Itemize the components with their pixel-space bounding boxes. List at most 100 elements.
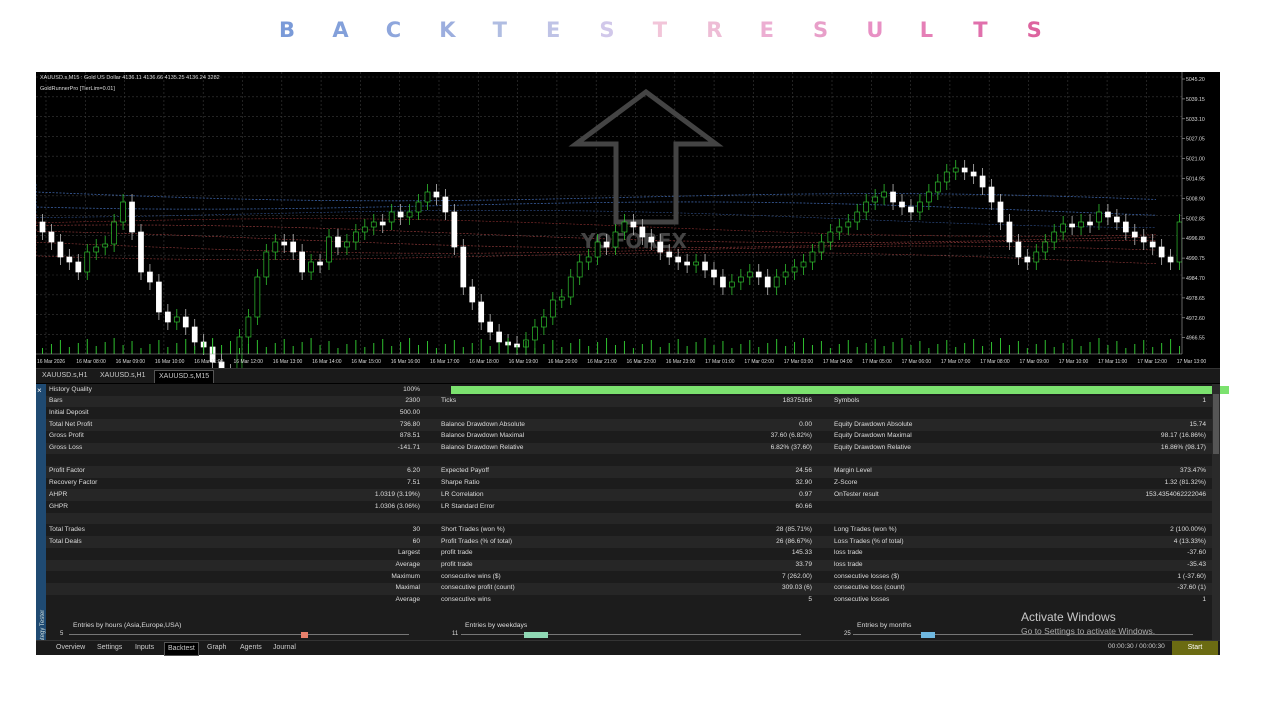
quality-value: 100% bbox=[403, 385, 420, 393]
row-label-2: Balance Drawdown Maximal bbox=[441, 432, 525, 440]
row-label-3: Equity Drawdown Absolute bbox=[834, 420, 913, 428]
time-tick-label: 16 Mar 12:00 bbox=[234, 359, 264, 365]
candle-body bbox=[344, 241, 350, 248]
candle-body bbox=[791, 266, 798, 273]
row-label-1: AHPR bbox=[49, 490, 68, 498]
candle-body bbox=[353, 231, 359, 243]
candle-body bbox=[1167, 256, 1174, 263]
row-label-2: consecutive wins bbox=[441, 596, 491, 604]
candle-body bbox=[272, 241, 279, 253]
candle-body bbox=[585, 256, 592, 263]
chart-tabs: XAUUSD.s,H1 XAUUSD.s,H1 XAUUSD.s,M15 bbox=[36, 368, 1220, 383]
row-label-3: Symbols bbox=[834, 397, 860, 405]
report-row: Total Deals 60 Profit Trades (% of total) 2… bbox=[46, 536, 1218, 548]
candle-body bbox=[370, 221, 377, 228]
row-value-1: 6.20 bbox=[407, 467, 420, 475]
row-value-1: Maximal bbox=[395, 584, 420, 592]
tab-settings[interactable]: Settings bbox=[94, 642, 125, 654]
time-tick-label: 16 Mar 17:00 bbox=[430, 359, 460, 365]
candle-body bbox=[1140, 236, 1147, 243]
candle-body bbox=[129, 201, 135, 233]
tab-overview[interactable]: Overview bbox=[53, 642, 88, 654]
candle-body bbox=[666, 251, 673, 258]
row-label-1: GHPR bbox=[49, 502, 69, 510]
report-row: Maximal consecutive profit (count) 309.03 … bbox=[46, 582, 1218, 595]
candle-body bbox=[558, 296, 565, 301]
price-chart[interactable]: YOFOREX 5045.20 5039.15 5033.10 5027.05 5021.… bbox=[36, 72, 1220, 368]
scrollbar[interactable] bbox=[1212, 384, 1220, 640]
candle-body bbox=[326, 236, 332, 263]
report-row: Largest profit trade 145.33 loss trade -37.6… bbox=[46, 548, 1218, 560]
title-letter: T bbox=[492, 18, 507, 42]
candle-body bbox=[1015, 241, 1022, 258]
row-value-3: -37.60 (1) bbox=[1177, 584, 1206, 592]
row-label-2: Ticks bbox=[441, 397, 457, 405]
tab-inputs[interactable]: Inputs bbox=[132, 642, 157, 654]
row-value-2: 32.90 bbox=[795, 479, 812, 487]
tab-agents[interactable]: Agents bbox=[237, 642, 265, 654]
time-tick-label: 16 Mar 09:00 bbox=[116, 359, 146, 365]
tab-graph[interactable]: Graph bbox=[204, 642, 229, 654]
candle-body bbox=[442, 196, 449, 213]
time-tick-label: 16 Mar 2026 bbox=[37, 359, 65, 365]
time-tick-label: 17 Mar 04:00 bbox=[823, 359, 853, 365]
time-tick-label: 16 Mar 23:00 bbox=[666, 359, 696, 365]
candle-body bbox=[397, 211, 404, 218]
candle-body bbox=[75, 261, 82, 273]
price-tick-label: 5002.85 bbox=[1186, 216, 1205, 222]
report-row: AHPR 1.0319 (3.19%) LR Correlation 0.97 OnTe… bbox=[46, 489, 1218, 501]
row-value-1: 1.0319 (3.19%) bbox=[374, 490, 420, 498]
candle-body bbox=[997, 201, 1004, 223]
title-letter: T bbox=[652, 18, 668, 42]
candle-body bbox=[1060, 223, 1067, 233]
candle-body bbox=[934, 181, 941, 193]
row-label-3: loss trade bbox=[834, 561, 863, 568]
time-tick-label: 17 Mar 11:00 bbox=[1098, 359, 1127, 365]
candle-body bbox=[84, 251, 91, 273]
report-row bbox=[46, 512, 1218, 525]
expert-advisor-name: GoldRunnerPro [TierLim=0.01] bbox=[40, 86, 115, 92]
scroll-thumb[interactable] bbox=[1213, 394, 1219, 454]
candle-body bbox=[908, 206, 914, 213]
strategy-tester-panel: × Strategy Tester History Quality 100% B… bbox=[36, 384, 1229, 654]
price-tick-label: 5008.90 bbox=[1186, 196, 1205, 202]
row-value-2: 28 (85.71%) bbox=[776, 525, 812, 533]
start-button[interactable]: Start bbox=[1172, 641, 1218, 655]
tab-journal[interactable]: Journal bbox=[270, 642, 299, 654]
row-value-2: 24.56 bbox=[795, 467, 812, 475]
time-tick-label: 16 Mar 11:00 bbox=[194, 359, 223, 365]
candle-body bbox=[308, 261, 314, 273]
chart-tab-2[interactable]: XAUUSD.s,H1 bbox=[96, 370, 150, 382]
row-label-1: Profit Factor bbox=[49, 467, 85, 475]
row-value-3: -37.60 bbox=[1187, 549, 1206, 557]
candle-body bbox=[317, 261, 323, 266]
candle-body bbox=[1114, 216, 1120, 223]
time-tick-label: 17 Mar 13:00 bbox=[1177, 359, 1207, 365]
time-tick-label: 16 Mar 20:00 bbox=[548, 359, 578, 365]
candle-body bbox=[1105, 211, 1111, 218]
candle-body bbox=[532, 326, 538, 341]
candle-body bbox=[406, 211, 413, 218]
close-icon[interactable]: × bbox=[37, 386, 42, 395]
row-value-3: 1 bbox=[1202, 397, 1206, 405]
candle-body bbox=[827, 231, 834, 243]
title-letter: L bbox=[919, 18, 934, 42]
row-label-2: profit trade bbox=[441, 549, 473, 557]
mini-histogram-title: Entries by months bbox=[857, 622, 912, 629]
candle-body bbox=[138, 231, 144, 273]
chart-tab-3[interactable]: XAUUSD.s,M15 bbox=[154, 370, 215, 383]
row-value-2: 0.00 bbox=[799, 420, 812, 428]
title-letter: T bbox=[973, 18, 988, 42]
row-value-2: 5 bbox=[808, 596, 812, 604]
candle-body bbox=[487, 321, 494, 333]
chart-tab-1[interactable]: XAUUSD.s,H1 bbox=[38, 370, 92, 382]
time-tick-label: 16 Mar 10:00 bbox=[155, 359, 185, 365]
candle-body bbox=[102, 243, 109, 248]
row-value-2: 145.33 bbox=[791, 549, 812, 557]
title-letter: S bbox=[813, 18, 829, 42]
title-letter: C bbox=[385, 18, 402, 42]
row-value-2: 60.66 bbox=[795, 502, 812, 510]
tab-backtest[interactable]: Backtest bbox=[164, 642, 199, 656]
candle-body bbox=[415, 201, 422, 213]
time-tick-label: 17 Mar 06:00 bbox=[902, 359, 932, 365]
